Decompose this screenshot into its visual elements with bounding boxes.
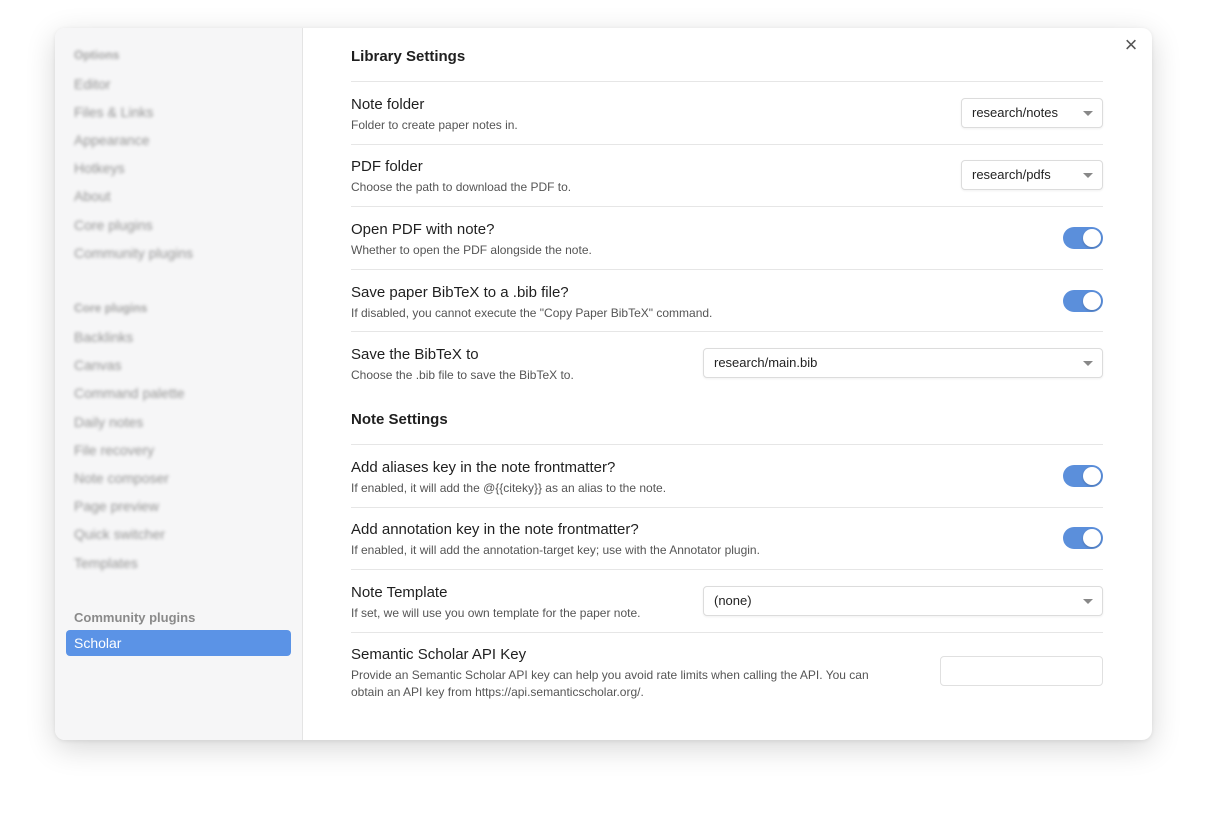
sidebar-item-templates[interactable]: Templates bbox=[74, 555, 138, 571]
close-icon[interactable]: × bbox=[1120, 34, 1142, 56]
save-bibtex-toggle[interactable] bbox=[1063, 290, 1103, 312]
toggle-knob bbox=[1083, 467, 1101, 485]
toggle-knob bbox=[1083, 229, 1101, 247]
sidebar-item-file-recovery[interactable]: File recovery bbox=[74, 442, 154, 458]
api-key-label: Semantic Scholar API Key bbox=[351, 646, 527, 663]
sidebar-item-note-composer[interactable]: Note composer bbox=[74, 470, 169, 486]
annotation-toggle[interactable] bbox=[1063, 527, 1103, 549]
note-folder-value: research/notes bbox=[972, 105, 1058, 120]
note-folder-desc: Folder to create paper notes in. bbox=[351, 118, 518, 132]
sidebar-item-community-plugins[interactable]: Community plugins bbox=[74, 245, 193, 261]
divider bbox=[351, 206, 1103, 207]
settings-content: × Library Settings Note folder Folder to… bbox=[303, 28, 1152, 740]
sidebar-item-daily-notes[interactable]: Daily notes bbox=[74, 414, 143, 430]
sidebar-item-quick-switcher[interactable]: Quick switcher bbox=[74, 526, 165, 542]
pdf-folder-dropdown[interactable]: research/pdfs bbox=[961, 160, 1103, 190]
annotation-label: Add annotation key in the note frontmatt… bbox=[351, 521, 639, 538]
save-bibtex-desc: If disabled, you cannot execute the "Cop… bbox=[351, 306, 713, 320]
chevron-down-icon bbox=[1083, 361, 1093, 366]
open-pdf-toggle[interactable] bbox=[1063, 227, 1103, 249]
annotation-desc: If enabled, it will add the annotation-t… bbox=[351, 543, 760, 557]
toggle-knob bbox=[1083, 529, 1101, 547]
divider bbox=[351, 144, 1103, 145]
chevron-down-icon bbox=[1083, 111, 1093, 116]
aliases-desc: If enabled, it will add the @{{citeky}} … bbox=[351, 481, 667, 495]
divider bbox=[351, 507, 1103, 508]
sidebar-item-appearance[interactable]: Appearance bbox=[74, 132, 150, 148]
sidebar-item-files-links[interactable]: Files & Links bbox=[74, 104, 153, 120]
divider bbox=[351, 269, 1103, 270]
library-settings-heading: Library Settings bbox=[351, 48, 466, 65]
aliases-label: Add aliases key in the note frontmatter? bbox=[351, 459, 616, 476]
sidebar-item-about[interactable]: About bbox=[74, 188, 111, 204]
sidebar-item-command-palette[interactable]: Command palette bbox=[74, 385, 185, 401]
divider bbox=[351, 632, 1103, 633]
api-key-input[interactable] bbox=[940, 656, 1103, 686]
note-folder-dropdown[interactable]: research/notes bbox=[961, 98, 1103, 128]
open-pdf-label: Open PDF with note? bbox=[351, 221, 495, 238]
pdf-folder-desc: Choose the path to download the PDF to. bbox=[351, 180, 572, 194]
open-pdf-desc: Whether to open the PDF alongside the no… bbox=[351, 243, 592, 257]
pdf-folder-label: PDF folder bbox=[351, 158, 423, 175]
divider bbox=[351, 331, 1103, 332]
note-settings-heading: Note Settings bbox=[351, 411, 448, 428]
note-template-label: Note Template bbox=[351, 584, 448, 601]
pdf-folder-value: research/pdfs bbox=[972, 167, 1051, 182]
divider bbox=[351, 81, 1103, 82]
note-template-desc: If set, we will use you own template for… bbox=[351, 606, 641, 620]
toggle-knob bbox=[1083, 292, 1101, 310]
sidebar-item-scholar[interactable]: Scholar bbox=[66, 630, 291, 656]
sidebar-item-page-preview[interactable]: Page preview bbox=[74, 498, 159, 514]
sidebar-item-backlinks[interactable]: Backlinks bbox=[74, 329, 133, 345]
sidebar-heading-options: Options bbox=[74, 48, 120, 62]
sidebar-heading-community-plugins: Community plugins bbox=[74, 610, 196, 625]
api-key-desc-line1: Provide an Semantic Scholar API key can … bbox=[351, 668, 869, 682]
bibtex-path-desc: Choose the .bib file to save the BibTeX … bbox=[351, 368, 574, 382]
note-template-value: (none) bbox=[714, 593, 752, 608]
sidebar-item-core-plugins[interactable]: Core plugins bbox=[74, 217, 153, 233]
settings-sidebar: Options Editor Files & Links Appearance … bbox=[55, 28, 303, 740]
chevron-down-icon bbox=[1083, 599, 1093, 604]
bibtex-path-dropdown[interactable]: research/main.bib bbox=[703, 348, 1103, 378]
divider bbox=[351, 569, 1103, 570]
divider bbox=[351, 444, 1103, 445]
settings-modal: Options Editor Files & Links Appearance … bbox=[55, 28, 1152, 740]
bibtex-path-value: research/main.bib bbox=[714, 355, 818, 370]
sidebar-heading-core-plugins: Core plugins bbox=[74, 301, 148, 315]
aliases-toggle[interactable] bbox=[1063, 465, 1103, 487]
bibtex-path-label: Save the BibTeX to bbox=[351, 346, 479, 363]
chevron-down-icon bbox=[1083, 173, 1093, 178]
sidebar-item-editor[interactable]: Editor bbox=[74, 76, 111, 92]
sidebar-item-hotkeys[interactable]: Hotkeys bbox=[74, 160, 125, 176]
sidebar-item-canvas[interactable]: Canvas bbox=[74, 357, 121, 373]
save-bibtex-label: Save paper BibTeX to a .bib file? bbox=[351, 284, 569, 301]
note-folder-label: Note folder bbox=[351, 96, 425, 113]
api-key-desc-line2: obtain an API key from https://api.seman… bbox=[351, 685, 644, 699]
note-template-dropdown[interactable]: (none) bbox=[703, 586, 1103, 616]
